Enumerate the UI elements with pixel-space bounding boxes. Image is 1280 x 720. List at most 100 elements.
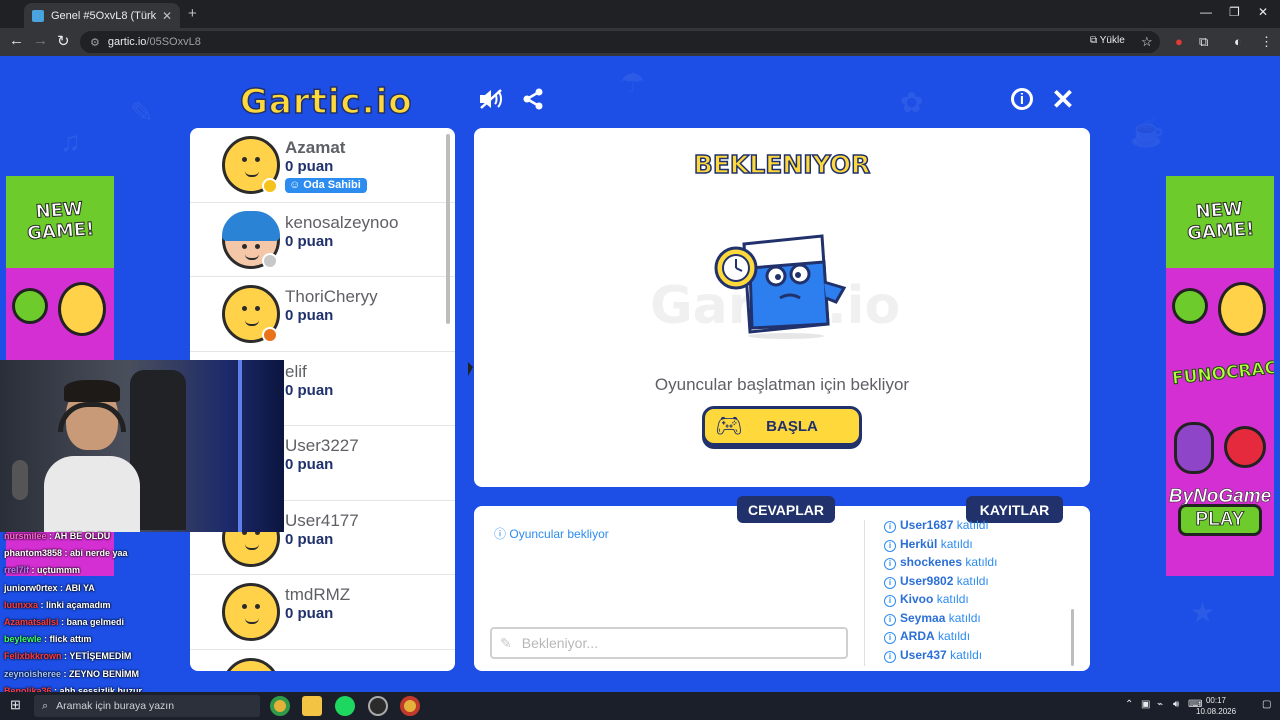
- network-icon[interactable]: ⌁: [1157, 699, 1163, 710]
- taskbar-clock[interactable]: 00:17 10.08.2026: [1196, 695, 1236, 717]
- site-info-icon[interactable]: ⚙: [90, 36, 100, 49]
- reload-icon[interactable]: ↻: [57, 32, 70, 50]
- url-domain: gartic.io: [107, 36, 147, 48]
- mouse-cursor-icon: [468, 362, 473, 376]
- log-list: i User1687 katıldı i Herkül katıldı i shock…: [884, 518, 1074, 666]
- address-bar[interactable]: ⚙ gartic.io/05SOxvL8: [80, 31, 1160, 53]
- chat-message: nursmilee : AH BE OLDU: [4, 531, 111, 541]
- ad-play-button[interactable]: PLAY: [1178, 504, 1262, 536]
- info-icon: i: [884, 558, 896, 570]
- site-favicon-icon: [32, 9, 44, 22]
- spotify-icon[interactable]: [335, 696, 355, 716]
- player-row[interactable]: ThoriCheryy 0 puan: [190, 277, 455, 352]
- player-score: 0 puan: [285, 530, 334, 548]
- info-icon: i: [884, 595, 896, 607]
- player-score: 0 puan: [285, 307, 334, 324]
- player-score: 0 puan: [285, 232, 334, 250]
- player-name: elif: [285, 361, 307, 381]
- share-icon[interactable]: [520, 86, 546, 112]
- info-icon: i: [884, 576, 896, 589]
- browser-tab-bar: Genel #5OxvL8 (Türkçe) - Gartic ✕ + — ❐ …: [0, 0, 1280, 28]
- log-entry: i User9802 katıldı: [884, 574, 1074, 593]
- gartic-logo[interactable]: Gartic.io: [239, 81, 413, 123]
- ad-new-game-text: NEW GAME!: [26, 198, 95, 245]
- tab-title: Genel #5OxvL8 (Türkçe) - Gartic: [51, 9, 156, 22]
- player-row[interactable]: kenosalzeynoo 0 puan: [190, 203, 455, 277]
- file-explorer-icon[interactable]: [302, 696, 322, 716]
- player-score: 0 puan: [285, 158, 334, 175]
- answer-input[interactable]: ✎ Bekleniyor...: [490, 627, 848, 659]
- clock-date: 10.08.2026: [1196, 707, 1237, 716]
- os-taskbar: ⊞ ⌕ Aramak için buraya yazın ⌃ ▣ ⌁ 🔊︎ ⌨ …: [0, 692, 1280, 720]
- restore-icon[interactable]: ❐: [1229, 5, 1240, 19]
- chat-message: Azamatsallsi : bana gelmedi: [4, 616, 125, 627]
- window-close-icon[interactable]: ✕: [1258, 5, 1268, 19]
- info-icon: i: [884, 650, 896, 663]
- browser-tab[interactable]: Genel #5OxvL8 (Türkçe) - Gartic ✕: [24, 3, 180, 28]
- ad-character-icon: [1174, 422, 1214, 474]
- notification-icon[interactable]: ▢: [1262, 699, 1271, 710]
- answers-status-message: ⓘ Oyuncular bekliyor: [494, 527, 609, 541]
- log-entry: i Herkül katıldı: [884, 537, 1074, 556]
- ad-character-icon: [1218, 282, 1266, 336]
- right-ad-banner[interactable]: NEW GAME! FUNOCRACY ByNoGame PLAY: [1166, 176, 1274, 576]
- answers-log-panel: CEVAPLAR KAYITLAR ⓘ Oyuncular bekliyor ✎…: [474, 496, 1090, 671]
- microphone-icon: [12, 460, 28, 500]
- chat-message: rrel7if : uçtummm: [4, 565, 81, 576]
- background-doodle-icon: ♫: [60, 126, 81, 157]
- extension-icon[interactable]: ●: [1175, 34, 1183, 49]
- chrome-active-app-icon[interactable]: [400, 696, 420, 716]
- chat-message: luunxxa : linki açamadım: [4, 599, 111, 610]
- thumbs-up-icon: [12, 288, 48, 324]
- player-name: ThoriCheryy: [285, 287, 378, 306]
- taskbar-search[interactable]: ⌕ Aramak için buraya yazın: [34, 695, 260, 717]
- player-list-scrollbar[interactable]: [446, 134, 450, 324]
- player-status-dot: [262, 252, 278, 269]
- profile-avatar-icon[interactable]: ◐: [1234, 34, 1242, 49]
- bookmark-star-icon[interactable]: ☆: [1141, 34, 1153, 50]
- sound-muted-icon[interactable]: [478, 86, 504, 112]
- tray-chevron-icon[interactable]: ⌃: [1125, 699, 1133, 710]
- taskbar-search-placeholder: Aramak için buraya yazın: [56, 700, 175, 712]
- start-game-button[interactable]: 🎮︎ BAŞLA: [702, 406, 862, 446]
- info-icon: i: [884, 613, 896, 626]
- log-entry: i Seymaa katıldı: [884, 611, 1074, 630]
- streamer-webcam: [0, 360, 284, 532]
- browser-menu-icon[interactable]: ⋮: [1260, 34, 1273, 50]
- browser-toolbar: ← → ↻ ⚙ gartic.io/05SOxvL8 ⧉ Yükle ☆ ● ⧉…: [0, 28, 1280, 56]
- tray-app-icon[interactable]: ▣: [1141, 699, 1150, 710]
- player-row[interactable]: tmdRMZ 0 puan: [190, 575, 455, 650]
- gamepad-icon: 🎮︎: [715, 413, 743, 438]
- player-row[interactable]: Azamat 0 puan ☺ Oda Sahibi: [190, 128, 455, 203]
- forward-icon[interactable]: →: [33, 32, 48, 49]
- info-icon[interactable]: i: [1011, 88, 1033, 110]
- obs-icon[interactable]: [368, 696, 388, 716]
- extensions-puzzle-icon[interactable]: ⧉: [1199, 34, 1208, 50]
- ad-angry-face-icon: [1224, 426, 1266, 468]
- tab-answers[interactable]: CEVAPLAR: [737, 496, 835, 523]
- chat-message: phantom3858 : abi nerde yaa: [4, 548, 128, 559]
- chrome-app-icon[interactable]: [270, 696, 290, 716]
- minimize-icon[interactable]: —: [1200, 5, 1212, 19]
- log-entry: i ARDA katıldı: [884, 629, 1074, 648]
- start-menu-icon[interactable]: ⊞: [10, 697, 21, 713]
- log-entry: i User437 katıldı: [884, 648, 1074, 667]
- pencil-icon: ✎: [500, 634, 512, 651]
- player-score: 0 puan: [285, 605, 334, 622]
- background-doodle-icon: ☂: [620, 67, 646, 98]
- player-row[interactable]: [190, 650, 455, 671]
- log-scrollbar[interactable]: [1071, 609, 1074, 666]
- close-icon[interactable]: ✕: [1050, 84, 1076, 115]
- new-tab-icon[interactable]: +: [188, 5, 197, 22]
- log-entry: i User1687 katıldı: [884, 518, 1074, 537]
- install-button[interactable]: ⧉ Yükle: [1090, 35, 1125, 46]
- background-doodle-icon: ☕: [1130, 117, 1165, 148]
- tab-close-icon[interactable]: ✕: [162, 9, 172, 23]
- game-main-panel: BEKLENIYOR Gartic.io Oyuncular başlatman…: [474, 128, 1090, 487]
- waiting-mascot-icon: [714, 234, 847, 339]
- back-icon[interactable]: ←: [9, 32, 24, 49]
- stream-chat-overlay: nursmilee : AH BE OLDU phantom3858 : abi…: [4, 531, 184, 703]
- player-name: Azamat: [285, 138, 346, 157]
- volume-icon[interactable]: 🔊︎: [1173, 699, 1179, 710]
- room-owner-badge: ☺ Oda Sahibi: [285, 178, 367, 193]
